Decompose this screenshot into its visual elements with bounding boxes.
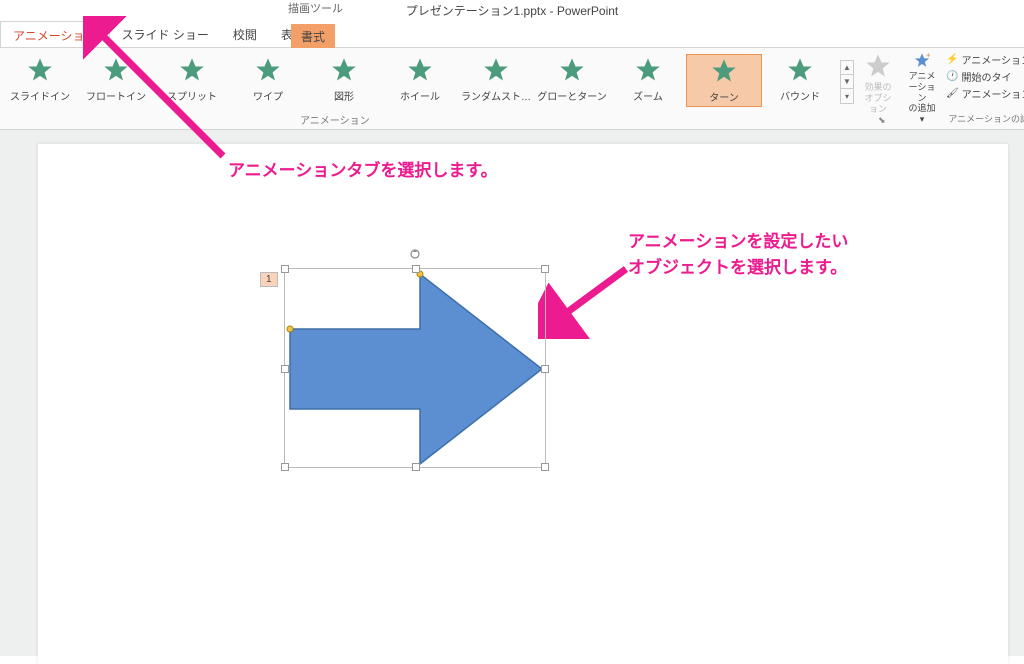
resize-handle-ne[interactable] — [541, 265, 549, 273]
slide[interactable]: アニメーションタブを選択します。 アニメーションを設定したい オブジェクトを選択… — [38, 144, 1008, 664]
canvas-area: アニメーションタブを選択します。 アニメーションを設定したい オブジェクトを選択… — [0, 130, 1024, 656]
brush-icon: 🖌 — [946, 88, 959, 99]
animation-label: ワイプ — [253, 88, 283, 103]
animation-pane-button[interactable]: ⚡アニメーション — [946, 52, 1024, 67]
animation-turn[interactable]: ターン — [686, 54, 762, 107]
annotation-select-tab: アニメーションタブを選択します。 — [228, 156, 498, 181]
animation-group-label: アニメーション — [300, 112, 370, 127]
animation-label: スライドイン — [10, 88, 70, 103]
star-icon — [330, 56, 358, 84]
animation-label: ズーム — [633, 88, 663, 103]
annotation-arrow-object — [538, 259, 638, 339]
star-icon — [482, 56, 510, 84]
star-icon — [864, 52, 892, 80]
resize-handle-se[interactable] — [541, 463, 549, 471]
star-icon — [558, 56, 586, 84]
resize-handle-n[interactable] — [412, 265, 420, 273]
star-plus-icon: + — [908, 52, 936, 69]
resize-handle-s[interactable] — [412, 463, 420, 471]
rotate-handle[interactable] — [410, 249, 420, 259]
star-icon — [710, 57, 738, 85]
advanced-group-label: アニメーションの詳 — [946, 112, 1024, 125]
animation-shape[interactable]: 図形 — [306, 54, 382, 105]
tab-format[interactable]: 書式 — [291, 24, 335, 49]
animation-bound[interactable]: バウンド — [762, 54, 838, 105]
drawing-tools-label: 描画ツール — [288, 0, 343, 16]
gallery-scroll: ▲ ▼ ▾ — [840, 60, 854, 104]
resize-handle-sw[interactable] — [281, 463, 289, 471]
animation-label: ランダムスト… — [461, 88, 531, 103]
star-icon — [26, 56, 54, 84]
resize-handle-w[interactable] — [281, 365, 289, 373]
svg-text:+: + — [926, 52, 930, 60]
animation-order-tag[interactable]: 1 — [260, 272, 278, 287]
add-animation-button[interactable]: + アニメーション の追加 ▾ — [902, 48, 942, 129]
add-animation-label2: の追加 ▾ — [908, 103, 936, 125]
effect-options-label2: オプション — [864, 93, 892, 115]
advanced-animation-group: ⚡アニメーション 🕐開始のタイ 🖌アニメーション アニメーションの詳 — [942, 48, 1024, 129]
animation-wheel[interactable]: ホイール — [382, 54, 458, 105]
animation-label: 図形 — [334, 88, 354, 103]
star-icon — [634, 56, 662, 84]
animation-label: グローとターン — [537, 88, 607, 103]
animation-label: ホイール — [400, 88, 440, 103]
star-icon — [786, 56, 814, 84]
animation-painter-button[interactable]: 🖌アニメーション — [946, 86, 1024, 101]
gallery-more-icon[interactable]: ▾ — [841, 89, 853, 103]
animation-slidein[interactable]: スライドイン — [2, 54, 78, 105]
selected-shape[interactable] — [284, 268, 546, 468]
add-animation-label1: アニメーション — [908, 71, 936, 103]
animation-randombars[interactable]: ランダムスト… — [458, 54, 534, 105]
lightning-icon: ⚡ — [946, 54, 958, 65]
star-icon — [254, 56, 282, 84]
dialog-launcher-icon[interactable]: ⬊ — [878, 115, 886, 126]
gallery-down-icon[interactable]: ▼ — [841, 75, 853, 89]
trigger-button[interactable]: 🕐開始のタイ — [946, 69, 1024, 84]
arrow-shape-icon — [285, 269, 547, 469]
animation-label: バウンド — [780, 88, 820, 103]
animation-label: ターン — [709, 89, 739, 104]
animation-growturn[interactable]: グローとターン — [534, 54, 610, 105]
resize-handle-e[interactable] — [541, 365, 549, 373]
effect-options-label1: 効果の — [864, 82, 891, 93]
animation-zoom[interactable]: ズーム — [610, 54, 686, 105]
gallery-up-icon[interactable]: ▲ — [841, 61, 853, 75]
resize-handle-nw[interactable] — [281, 265, 289, 273]
annotation-select-object: アニメーションを設定したい オブジェクトを選択します。 — [628, 229, 848, 280]
annotation-arrow-tab — [83, 16, 243, 166]
clock-icon: 🕐 — [946, 71, 958, 82]
window-title: プレゼンテーション1.pptx - PowerPoint — [406, 2, 618, 19]
star-icon — [406, 56, 434, 84]
